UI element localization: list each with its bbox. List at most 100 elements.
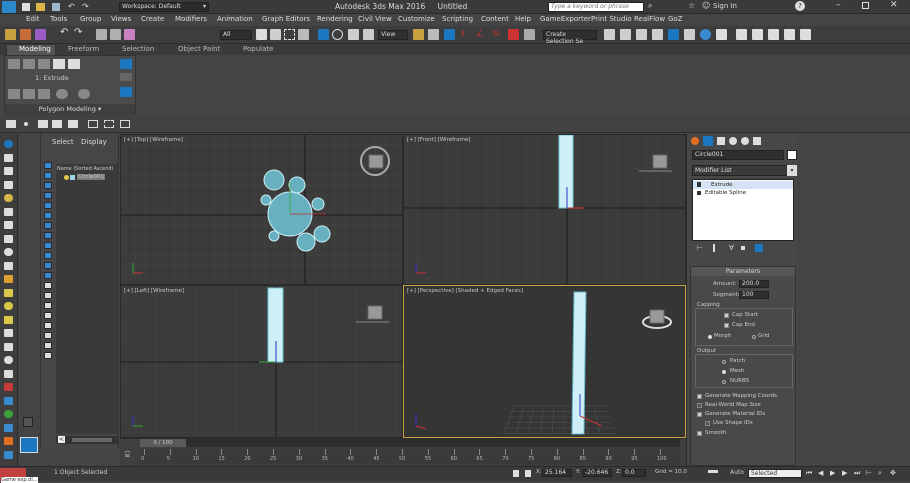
create-tab-icon[interactable]: [691, 137, 699, 145]
window-crossing-icon[interactable]: [298, 29, 309, 40]
filter-icon[interactable]: [44, 202, 52, 209]
menu-item-customize[interactable]: Customize: [398, 15, 435, 23]
polygon-icon[interactable]: [53, 59, 65, 69]
menu-item-civil-view[interactable]: Civil View: [358, 15, 392, 23]
percent-snap-icon[interactable]: %: [492, 29, 503, 40]
align-icon[interactable]: [620, 29, 631, 40]
menu-item-print-studio[interactable]: Print Studio: [591, 15, 632, 23]
chevron-left-icon[interactable]: <: [58, 436, 66, 443]
layer-explorer-icon[interactable]: [636, 29, 647, 40]
filter-icon[interactable]: [44, 352, 52, 359]
keyboard-shortcut-icon[interactable]: [444, 29, 455, 40]
user-icon[interactable]: ☺: [702, 1, 710, 10]
cylinder-icon[interactable]: [4, 302, 13, 310]
select-manipulate-icon[interactable]: [428, 29, 439, 40]
pin-stack-icon[interactable]: ⊢: [697, 244, 703, 252]
scale-tool-icon[interactable]: [4, 180, 13, 189]
filter-icon[interactable]: [44, 242, 52, 249]
camera-icon[interactable]: [4, 207, 13, 216]
grid-radio[interactable]: [752, 335, 756, 339]
toggle-ribbon-icon[interactable]: [652, 29, 663, 40]
move-icon[interactable]: [318, 29, 329, 40]
track-bar[interactable]: 0 5 10 15 20 25 30 35 40 45 50 55 60 65 70 75 80 85 90 95 10…: [140, 449, 680, 465]
go-to-end-icon[interactable]: ⏭: [854, 469, 860, 478]
save-file-icon[interactable]: [52, 3, 60, 11]
viewport-front[interactable]: [+] [Front] [Wireframe]: [403, 134, 686, 285]
sun-icon[interactable]: [4, 342, 13, 351]
rotate-tool-icon[interactable]: [4, 167, 13, 175]
cap-start-checkbox[interactable]: [724, 313, 729, 318]
rollout-header[interactable]: Parameters: [691, 267, 795, 276]
open-file-icon[interactable]: [36, 3, 45, 11]
search-icon[interactable]: ⌕: [648, 1, 652, 11]
bind-icon[interactable]: [124, 29, 135, 40]
star-icon[interactable]: ☆: [688, 1, 695, 10]
stack-down-icon[interactable]: [38, 89, 50, 99]
select-link-icon[interactable]: [96, 29, 107, 40]
render-cloud-icon[interactable]: [800, 29, 811, 40]
expand-icon[interactable]: [697, 191, 701, 195]
light-icon[interactable]: [4, 194, 13, 202]
visibility-icon[interactable]: [64, 175, 69, 180]
menu-item-help[interactable]: Help: [515, 15, 531, 23]
minimize-icon[interactable]: –: [836, 0, 841, 10]
filter-icon[interactable]: [44, 252, 52, 259]
undo-icon[interactable]: ↶: [68, 2, 75, 11]
object-color-swatch[interactable]: [787, 150, 797, 160]
place-icon[interactable]: [363, 29, 374, 40]
object-name-field[interactable]: Circle001: [692, 150, 784, 160]
shapes-icon[interactable]: [4, 275, 13, 283]
bone-tool-icon[interactable]: [4, 369, 13, 378]
column-header[interactable]: Name (Sorted Ascendi: [57, 166, 119, 172]
cap-end-checkbox[interactable]: [724, 323, 729, 328]
systems-icon[interactable]: [4, 248, 13, 256]
viewport-top[interactable]: [+] [Top] [Wireframe]: [120, 134, 403, 285]
snaps-toggle-icon[interactable]: 3: [460, 29, 471, 40]
menu-item-scripting[interactable]: Scripting: [442, 15, 473, 23]
chevron-down-icon[interactable]: ▾: [787, 165, 797, 176]
menu-item-create[interactable]: Create: [141, 15, 164, 23]
edge-icon[interactable]: [23, 59, 35, 69]
cloth-icon[interactable]: [4, 423, 13, 432]
bone-icon[interactable]: [52, 120, 62, 128]
x-coordinate-field[interactable]: 25.164: [542, 469, 572, 477]
filter-icon[interactable]: [44, 222, 52, 229]
go-to-start-icon[interactable]: ⏮: [806, 469, 812, 478]
maxscript-text[interactable]: Game exp.dl...: [1, 477, 38, 483]
use-shape-checkbox[interactable]: [705, 421, 710, 426]
isolate-icon[interactable]: [525, 470, 531, 477]
make-unique-icon[interactable]: ∀: [729, 244, 734, 252]
geometry-icon[interactable]: [4, 261, 13, 270]
globe-icon[interactable]: [4, 437, 13, 445]
point-icon[interactable]: [24, 122, 28, 126]
maximize-icon[interactable]: [862, 2, 869, 9]
frame-filled-icon[interactable]: [120, 120, 130, 128]
menu-item-goz[interactable]: GoZ: [668, 15, 683, 23]
patch-radio[interactable]: [722, 360, 726, 364]
menu-item-views[interactable]: Views: [111, 15, 131, 23]
play-icon[interactable]: [23, 417, 33, 427]
render-setup-icon[interactable]: [716, 29, 727, 40]
menu-item-edit[interactable]: Edit: [26, 15, 40, 23]
named-selection-dropdown[interactable]: Create Selection Se: [543, 30, 597, 45]
tree-icon[interactable]: [4, 410, 13, 418]
menu-item-realflow[interactable]: RealFlow: [634, 15, 665, 23]
ribbon-tab-modeling[interactable]: Modeling: [19, 45, 51, 53]
remove-modifier-icon[interactable]: [741, 246, 745, 250]
reference-coordinate-dropdown[interactable]: View: [378, 30, 408, 40]
ribbon-tab-object-paint[interactable]: Object Paint: [178, 45, 220, 53]
menu-item-graph-editors[interactable]: Graph Editors: [262, 15, 310, 23]
paint-icon[interactable]: [4, 383, 13, 391]
scale-icon[interactable]: [348, 29, 359, 40]
filter-icon[interactable]: [44, 342, 52, 349]
next-frame-icon[interactable]: ▶: [842, 469, 847, 477]
viewport-left[interactable]: [+] [Left] [Wireframe]: [120, 285, 403, 438]
sphere-icon[interactable]: [4, 288, 13, 297]
vertex-icon[interactable]: [8, 59, 20, 69]
modify-mode-icon[interactable]: [8, 89, 20, 99]
gen-mapping-checkbox[interactable]: [697, 394, 702, 399]
viewport-layout-icon[interactable]: [20, 437, 38, 453]
ribbon-tab-freeform[interactable]: Freeform: [68, 45, 99, 53]
amount-spinner[interactable]: 200.0: [739, 280, 769, 288]
gen-material-checkbox[interactable]: [697, 412, 702, 417]
